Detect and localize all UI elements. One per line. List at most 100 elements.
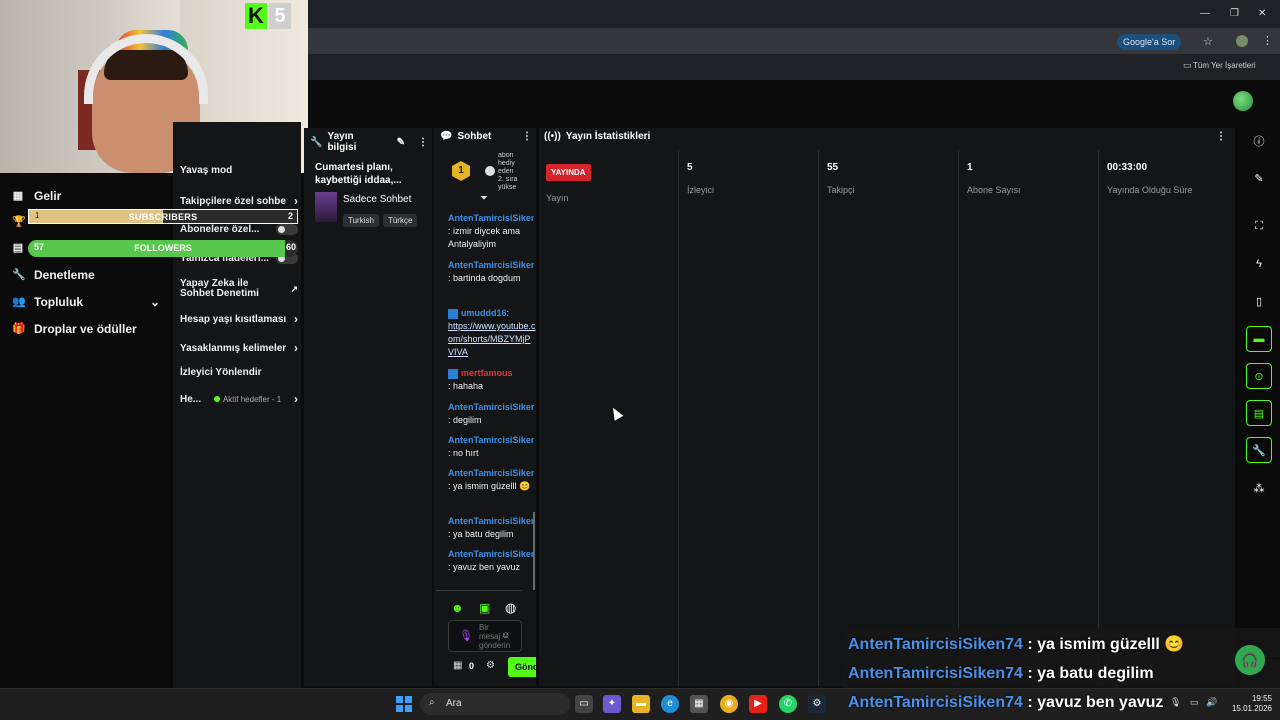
tag-list: Turkish Türkçe <box>343 210 433 228</box>
overlay-username: AntenTamircisiSiken74 <box>848 636 1023 653</box>
stats-title: Yayın İstatistikleri <box>565 131 651 142</box>
filter-icon[interactable]: ⏷ <box>480 193 488 204</box>
close-icon[interactable]: ✕ <box>1258 8 1266 19</box>
ai-moderation-row[interactable]: Yapay Zeka ile Sohbet Denetimi ↗ <box>180 279 298 299</box>
network-icon[interactable]: ▭ <box>1190 697 1199 708</box>
followers-goal-bar: 57 FOLLOWERS 60 <box>28 240 298 257</box>
taskbar-clock[interactable]: 19:55 15.01.2026 <box>1222 694 1272 714</box>
sidebar-item-droplar[interactable]: 🎁 Droplar ve ödüller <box>12 319 137 339</box>
kick-k-logo: K <box>245 3 267 29</box>
tag-pill[interactable]: Turkish <box>343 214 379 227</box>
viewer-redirect-row[interactable]: İzleyici Yönlendir <box>180 367 298 378</box>
store-icon[interactable]: ▦ <box>690 695 708 713</box>
mic-icon[interactable]: 🎙 <box>459 629 473 642</box>
pencil-icon[interactable]: ✎ <box>1246 165 1272 191</box>
copilot-icon[interactable]: ✦ <box>603 695 621 713</box>
document-icon[interactable]: ▯ <box>1246 288 1272 314</box>
browser-menu-icon[interactable]: ⋮ <box>1262 34 1273 47</box>
youtube-icon[interactable]: ▶ <box>749 695 767 713</box>
sidebar-item-media[interactable]: ▤ <box>12 238 24 258</box>
profile-avatar[interactable] <box>1236 35 1248 47</box>
overlay-text: : ya ismim güzelll 😊 <box>1027 636 1185 653</box>
sidebar-item-topluluk[interactable]: 👥 Topluluk ⌄ <box>12 292 160 312</box>
badge-icon <box>448 368 458 379</box>
info-icon[interactable]: ⓘ <box>1246 128 1272 154</box>
sidebar-item-gelir[interactable]: ▦ Gelir <box>12 186 62 206</box>
chat-username[interactable]: AntenTamircisiSiken74 <box>448 515 534 528</box>
edge-icon[interactable]: e <box>661 695 679 713</box>
crop-icon[interactable]: ⛶ <box>1246 213 1272 239</box>
chat-username[interactable]: AntenTamircisiSiken74 <box>448 434 534 447</box>
volume-icon[interactable]: 🔊 <box>1206 697 1217 708</box>
emote-icon[interactable]: ☻ <box>451 601 464 615</box>
layers-icon[interactable]: ▤ <box>1246 400 1272 426</box>
sidebar-item-trophy[interactable]: 🏆 <box>12 212 26 232</box>
chat-input[interactable]: 🎙 Bir mesaj gönderin ☺ <box>448 620 522 652</box>
chat-username[interactable]: mertfamous <box>461 368 513 378</box>
minimize-icon[interactable]: — <box>1200 8 1210 19</box>
chat-text: : ya batu degilim <box>448 529 514 539</box>
stat-live: YAYINDA Yayın <box>539 150 679 686</box>
chevron-down-icon: ⌄ <box>149 295 160 309</box>
lightning-icon[interactable]: ϟ <box>1246 251 1272 277</box>
chat-scrollbar[interactable] <box>533 512 535 590</box>
mic-icon[interactable]: 🎙 <box>1170 697 1181 708</box>
goals-row[interactable]: He... Aktif hedefler - 1 › <box>180 392 298 406</box>
all-bookmarks-link[interactable]: Tüm Yer İşaretleri <box>1193 61 1256 70</box>
chat-message: AntenTamircisiSiken74: no hırt <box>448 434 536 460</box>
broadcast-icon[interactable]: ⊙ <box>1246 363 1272 389</box>
subs-only-row[interactable]: Abonelere özel... <box>180 224 298 235</box>
chat-text: : no hırt <box>448 448 479 458</box>
chat-username[interactable]: umuddd16 <box>461 308 507 318</box>
chat-username[interactable]: AntenTamircisiSiken74 <box>448 212 534 225</box>
windows-start-icon[interactable] <box>396 696 412 712</box>
smiley-icon[interactable]: ☺ <box>501 630 510 640</box>
whatsapp-icon[interactable]: ✆ <box>779 695 797 713</box>
sidebar-item-label: Gelir <box>34 189 62 203</box>
followers-only-row[interactable]: Takipçilere özel sohbe › <box>180 194 298 208</box>
store-icon[interactable]: ▦ <box>453 660 462 671</box>
tag-pill[interactable]: Türkçe <box>382 214 418 227</box>
clock-time: 19:55 <box>1251 694 1272 703</box>
gift-icon: 🎁 <box>12 323 26 335</box>
user-avatar[interactable] <box>1233 91 1253 111</box>
chat-link[interactable]: https://www.youtube.com/shorts/MBZYMjPVI… <box>448 321 536 357</box>
subs-only-label: Abonelere özel... <box>180 224 260 235</box>
stream-title: Cumartesi planı, kaybettiği iddaa,... <box>315 162 402 186</box>
task-view-icon[interactable]: ▭ <box>575 695 593 713</box>
stat-viewers: 5 İzleyici <box>679 150 819 686</box>
banned-words-row[interactable]: Yasaklanmış kelimeler › <box>180 341 298 355</box>
more-icon[interactable]: ⋮ <box>1216 131 1226 142</box>
stat-value: 5 <box>687 162 693 173</box>
steam-icon[interactable]: ⚙ <box>808 695 826 713</box>
chat-username[interactable]: AntenTamircisiSiken74 <box>448 259 534 272</box>
pencil-icon[interactable]: ✎ <box>397 137 405 148</box>
globe-emote-icon[interactable]: ◍ <box>505 600 516 616</box>
chat-username[interactable]: AntenTamircisiSiken74 <box>448 401 534 414</box>
sidebar-item-denetleme[interactable]: 🔧 Denetleme <box>12 265 95 285</box>
taskbar-search[interactable]: Ara <box>420 693 570 715</box>
wrench-icon[interactable]: 🔧 <box>1246 437 1272 463</box>
more-icon[interactable]: ⋮ <box>522 131 532 142</box>
chat-username[interactable]: AntenTamircisiSiken74 <box>448 548 534 561</box>
slow-mode-row[interactable]: Yavaş mod <box>180 164 298 176</box>
category-name[interactable]: Sadece Sohbet <box>343 194 411 205</box>
file-explorer-icon[interactable]: ▬ <box>632 695 650 713</box>
sticker-icon[interactable]: ▣ <box>479 601 490 615</box>
chevron-right-icon: › <box>294 341 298 355</box>
google-ask-button[interactable]: Google'a Sor <box>1117 34 1182 50</box>
category-thumbnail[interactable] <box>315 192 337 222</box>
account-age-row[interactable]: Hesap yaşı kısıtlaması › <box>180 312 298 326</box>
chat-bubble-icon[interactable]: ▬ <box>1246 326 1272 352</box>
restore-icon[interactable]: ❐ <box>1230 8 1239 19</box>
more-icon[interactable]: ⋮ <box>418 137 428 148</box>
share-icon[interactable]: ⁂ <box>1246 475 1272 501</box>
support-headset-icon[interactable]: 🎧 <box>1235 645 1265 675</box>
chat-username[interactable]: AntenTamircisiSiken74 <box>448 467 534 480</box>
gear-icon[interactable]: ⚙ <box>486 660 495 671</box>
send-button[interactable]: Gönder <box>508 657 536 677</box>
subscribers-goal-bar: 1 SUBSCRIBERS 2 <box>28 209 298 224</box>
star-icon[interactable]: ☆ <box>1203 35 1213 48</box>
subs-only-toggle[interactable] <box>276 224 298 235</box>
chrome-icon[interactable]: ◉ <box>720 695 738 713</box>
